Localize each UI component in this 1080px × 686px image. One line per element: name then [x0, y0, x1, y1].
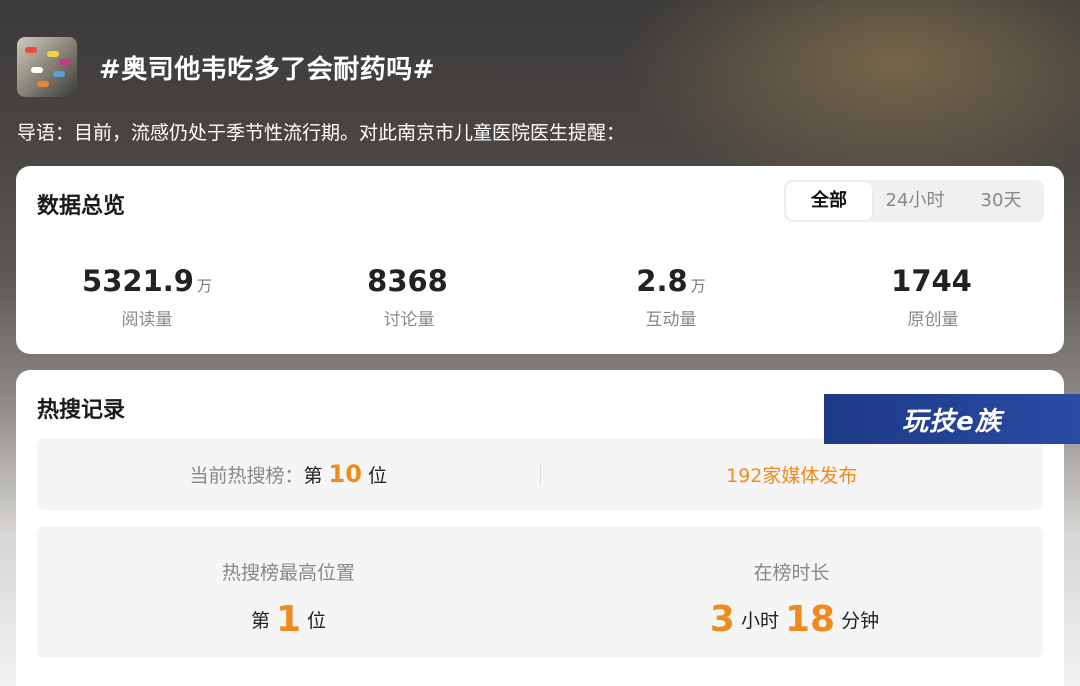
stat-reads: 5321.9 万 阅读量	[16, 264, 278, 330]
stat-interactions: 2.8 万 互动量	[540, 264, 802, 330]
peak-rank-number: 1	[275, 599, 302, 640]
duration-hours-unit: 小时	[740, 610, 779, 632]
duration-hours: 3	[709, 599, 735, 640]
stat-discussions-label: 讨论量	[383, 310, 435, 330]
stat-interactions-unit: 万	[690, 277, 706, 295]
duration-minutes-unit: 分钟	[841, 610, 880, 632]
hot-search-title: 热搜记录	[37, 398, 126, 423]
stat-discussions: 8368 讨论量	[278, 264, 540, 330]
current-rank-wei: 位	[367, 465, 387, 487]
peak-position: 热搜榜最高位置 第1位	[37, 526, 540, 658]
watermark-text: 玩技e族	[902, 406, 1002, 437]
current-rank-di: 第	[303, 465, 323, 487]
stat-reads-unit: 万	[196, 277, 212, 295]
stat-reads-label: 阅读量	[121, 310, 173, 330]
current-rank-number: 10	[328, 460, 362, 488]
overview-card: 数据总览 全部 24小时 30天 5321.9 万 阅读量 8368 讨论量 2.…	[16, 166, 1064, 354]
rank-detail-row: 热搜榜最高位置 第1位 在榜时长 3 小时 18 分钟	[37, 526, 1043, 658]
stat-originals-label: 原创量	[907, 310, 959, 330]
peak-wei: 位	[307, 610, 327, 632]
current-rank: 当前热搜榜：第 10 位	[37, 460, 540, 488]
tab-24h[interactable]: 24小时	[872, 182, 958, 220]
stat-discussions-value: 8368	[367, 264, 448, 298]
duration-minutes: 18	[784, 599, 836, 640]
peak-position-label: 热搜榜最高位置	[221, 562, 355, 584]
stat-originals-value: 1744	[891, 264, 972, 298]
topic-title: #奥司他韦吃多了会耐药吗#	[99, 54, 436, 85]
stats-row: 5321.9 万 阅读量 8368 讨论量 2.8 万 互动量 1744 原创量	[16, 264, 1064, 330]
overview-title: 数据总览	[37, 194, 126, 219]
peak-di: 第	[250, 610, 270, 632]
topic-header: #奥司他韦吃多了会耐药吗#	[17, 36, 435, 98]
topic-lead: 导语：目前，流感仍处于季节性流行期。对此南京市儿童医院医生提醒：	[17, 122, 626, 144]
media-count-link[interactable]: 192家媒体发布	[541, 461, 1044, 488]
topic-thumbnail[interactable]	[17, 37, 77, 97]
tab-all[interactable]: 全部	[786, 182, 872, 220]
watermark-logo: 玩技e族	[824, 394, 1080, 444]
current-rank-row: 当前热搜榜：第 10 位 192家媒体发布	[37, 438, 1043, 510]
stat-interactions-label: 互动量	[645, 310, 697, 330]
stat-interactions-value: 2.8	[636, 264, 688, 298]
duration: 在榜时长 3 小时 18 分钟	[540, 526, 1043, 658]
duration-label: 在榜时长	[753, 562, 830, 584]
time-range-tabs: 全部 24小时 30天	[784, 180, 1044, 222]
tab-30d[interactable]: 30天	[958, 182, 1044, 220]
stat-originals: 1744 原创量	[802, 264, 1064, 330]
current-rank-prefix: 当前热搜榜：	[189, 465, 304, 487]
stat-reads-value: 5321.9	[82, 264, 194, 298]
